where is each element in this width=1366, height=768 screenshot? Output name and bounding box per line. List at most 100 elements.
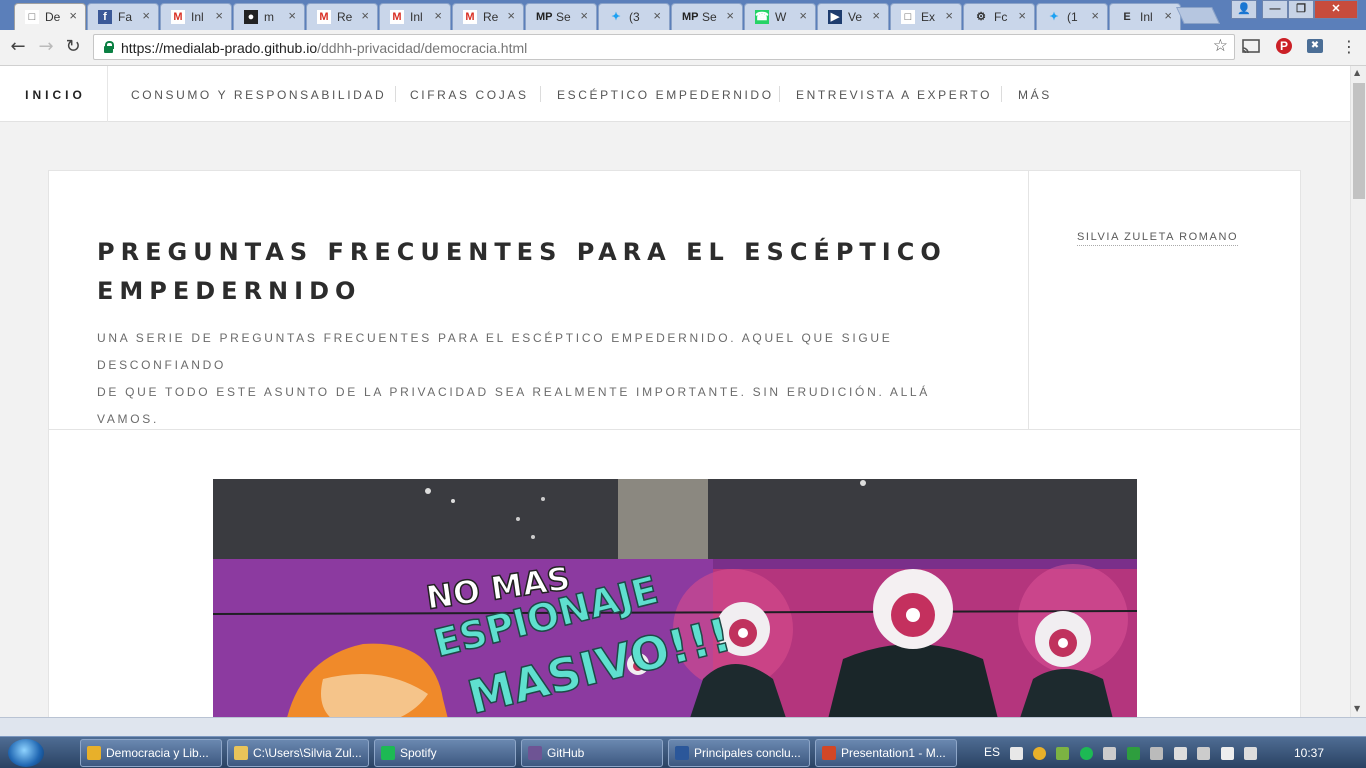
menu-dots-icon[interactable]: ⋮ — [1339, 38, 1359, 58]
scroll-up-arrow-icon[interactable]: ▲ — [1354, 68, 1360, 77]
browser-tab[interactable]: E Inl × — [1109, 3, 1181, 30]
reload-icon[interactable]: ↻ — [63, 38, 83, 58]
article-card: PREGUNTAS FRECUENTES PARA EL ESCÉPTICO EM… — [48, 170, 1301, 717]
page-scrollbar[interactable]: ▲ ▼ — [1350, 66, 1366, 717]
tab-close-icon[interactable]: × — [361, 8, 369, 23]
tab-close-icon[interactable]: × — [653, 8, 661, 23]
start-button[interactable] — [8, 739, 44, 767]
nav-link-mas[interactable]: MÁS — [1018, 88, 1052, 102]
taskbar-item[interactable]: GitHub — [521, 739, 663, 767]
network-tray-icon[interactable] — [1150, 747, 1163, 760]
gmail-icon: M — [390, 10, 404, 24]
scrollbar-thumb[interactable] — [1353, 83, 1365, 199]
tab-close-icon[interactable]: × — [288, 8, 296, 23]
page-subtitle: UNA SERIE DE PREGUNTAS FRECUENTES PARA E… — [97, 325, 997, 433]
scroll-down-arrow-icon[interactable]: ▼ — [1354, 704, 1360, 713]
settings-wheel-icon: ⚙ — [976, 11, 986, 23]
nav-link-esceptico[interactable]: ESCÉPTICO EMPEDERNIDO — [557, 88, 774, 102]
nav-home-link[interactable]: INICIO — [0, 66, 108, 122]
nav-separator — [395, 86, 396, 102]
maximize-button[interactable]: ❐ — [1288, 0, 1314, 19]
tab-close-icon[interactable]: × — [434, 8, 442, 23]
browser-tab[interactable]: M Re × — [306, 3, 378, 30]
keyboard-icon[interactable] — [1010, 747, 1023, 760]
spotify-tray-icon[interactable] — [1080, 747, 1093, 760]
tab-close-icon[interactable]: × — [1164, 8, 1172, 23]
web-page: INICIO CONSUMO Y RESPONSABILIDAD CIFRAS … — [0, 66, 1350, 717]
speaker-icon[interactable] — [1244, 747, 1257, 760]
tab-close-icon[interactable]: × — [1018, 8, 1026, 23]
browser-tab[interactable]: M Inl × — [160, 3, 232, 30]
browser-tab[interactable]: ▶ Ve × — [817, 3, 889, 30]
browser-tab[interactable]: ✦ (3 × — [598, 3, 670, 30]
browser-tab[interactable]: MP Se × — [525, 3, 597, 30]
tab-close-icon[interactable]: × — [872, 8, 880, 23]
author-link[interactable]: SILVIA ZULETA ROMANO — [1077, 231, 1239, 246]
browser-tab[interactable]: □ De × — [14, 3, 86, 30]
chrome-tray-icon[interactable] — [1033, 747, 1046, 760]
tab-close-icon[interactable]: × — [580, 8, 588, 23]
tab-title: Se — [556, 10, 571, 24]
browser-tab[interactable]: ✦ (1 × — [1036, 3, 1108, 30]
browser-tab[interactable]: M Re × — [452, 3, 524, 30]
browser-tab[interactable]: □ Ex × — [890, 3, 962, 30]
article-header: PREGUNTAS FRECUENTES PARA EL ESCÉPTICO EM… — [49, 171, 1029, 430]
sync-icon[interactable] — [1127, 747, 1140, 760]
windows-taskbar: Democracia y Lib... C:\Users\Silvia Zul..… — [0, 736, 1366, 768]
browser-tab[interactable]: ☎ W × — [744, 3, 816, 30]
taskbar-item[interactable]: Presentation1 - M... — [815, 739, 957, 767]
tab-close-icon[interactable]: × — [799, 8, 807, 23]
twitter-icon: ✦ — [1049, 11, 1059, 23]
signal-icon[interactable] — [1221, 747, 1234, 760]
tab-close-icon[interactable]: × — [142, 8, 150, 23]
tab-close-icon[interactable]: × — [507, 8, 515, 23]
tab-title: Ve — [848, 10, 863, 24]
subtitle-line-2: DE QUE TODO ESTE ASUNTO DE LA PRIVACIDAD… — [97, 385, 931, 426]
language-indicator[interactable]: ES — [984, 745, 1000, 759]
tab-title: Re — [337, 10, 352, 24]
browser-tab[interactable]: ● m × — [233, 3, 305, 30]
video-icon: ▶ — [828, 10, 842, 24]
url-text[interactable]: https://medialab-prado.github.io/ddhh-pr… — [121, 40, 527, 56]
flag-icon[interactable] — [1174, 747, 1187, 760]
address-bar[interactable]: https://medialab-prado.github.io/ddhh-pr… — [93, 34, 1235, 60]
browser-tab[interactable]: M Inl × — [379, 3, 451, 30]
browser-tab[interactable]: f Fa × — [87, 3, 159, 30]
nav-link-cifras[interactable]: CIFRAS COJAS — [410, 88, 529, 102]
taskbar-item[interactable]: Democracia y Lib... — [80, 739, 222, 767]
tab-title: m — [264, 10, 274, 24]
profile-button[interactable]: 👤 — [1231, 0, 1257, 19]
tab-close-icon[interactable]: × — [1091, 8, 1099, 23]
taskbar-item[interactable]: C:\Users\Silvia Zul... — [227, 739, 369, 767]
back-arrow-icon[interactable]: ← — [8, 38, 28, 58]
new-tab-button[interactable] — [1176, 7, 1220, 24]
tab-title: Fa — [118, 10, 133, 24]
taskbar-item[interactable]: Principales conclu... — [668, 739, 810, 767]
forward-arrow-icon[interactable]: → — [36, 38, 56, 58]
bookmark-star-icon[interactable]: ☆ — [1213, 36, 1228, 56]
browser-tab-strip: □ De × f Fa × M Inl × ● m × M Re × M Inl × M Re × MP Se × ✦ (3 × MP… — [0, 0, 1366, 30]
tab-close-icon[interactable]: × — [945, 8, 953, 23]
taskbar-item[interactable]: Spotify — [374, 739, 516, 767]
pinterest-icon[interactable]: P — [1276, 38, 1292, 54]
close-window-button[interactable]: ✕ — [1314, 0, 1358, 19]
minimize-button[interactable]: — — [1262, 0, 1288, 19]
tray-app-icon[interactable] — [1056, 747, 1069, 760]
title-line-2: EMPEDERNIDO — [97, 277, 362, 305]
tab-close-icon[interactable]: × — [215, 8, 223, 23]
extension-icon[interactable]: ✖ — [1307, 39, 1323, 53]
clock[interactable]: 10:37 — [1294, 746, 1324, 760]
tab-close-icon[interactable]: × — [69, 8, 77, 23]
device-icon[interactable] — [1197, 747, 1210, 760]
twitter-icon: ✦ — [611, 11, 621, 23]
volume-icon[interactable] — [1103, 747, 1116, 760]
cast-icon[interactable] — [1242, 39, 1260, 55]
gmail-icon: M — [317, 10, 331, 24]
nav-link-consumo[interactable]: CONSUMO Y RESPONSABILIDAD — [131, 88, 386, 102]
browser-tab[interactable]: MP Se × — [671, 3, 743, 30]
browser-tab[interactable]: ⚙ Fc × — [963, 3, 1035, 30]
nav-separator — [540, 86, 541, 102]
nav-separator — [1001, 86, 1002, 102]
nav-link-entrevista[interactable]: ENTREVISTA A EXPERTO — [796, 88, 992, 102]
tab-close-icon[interactable]: × — [726, 8, 734, 23]
